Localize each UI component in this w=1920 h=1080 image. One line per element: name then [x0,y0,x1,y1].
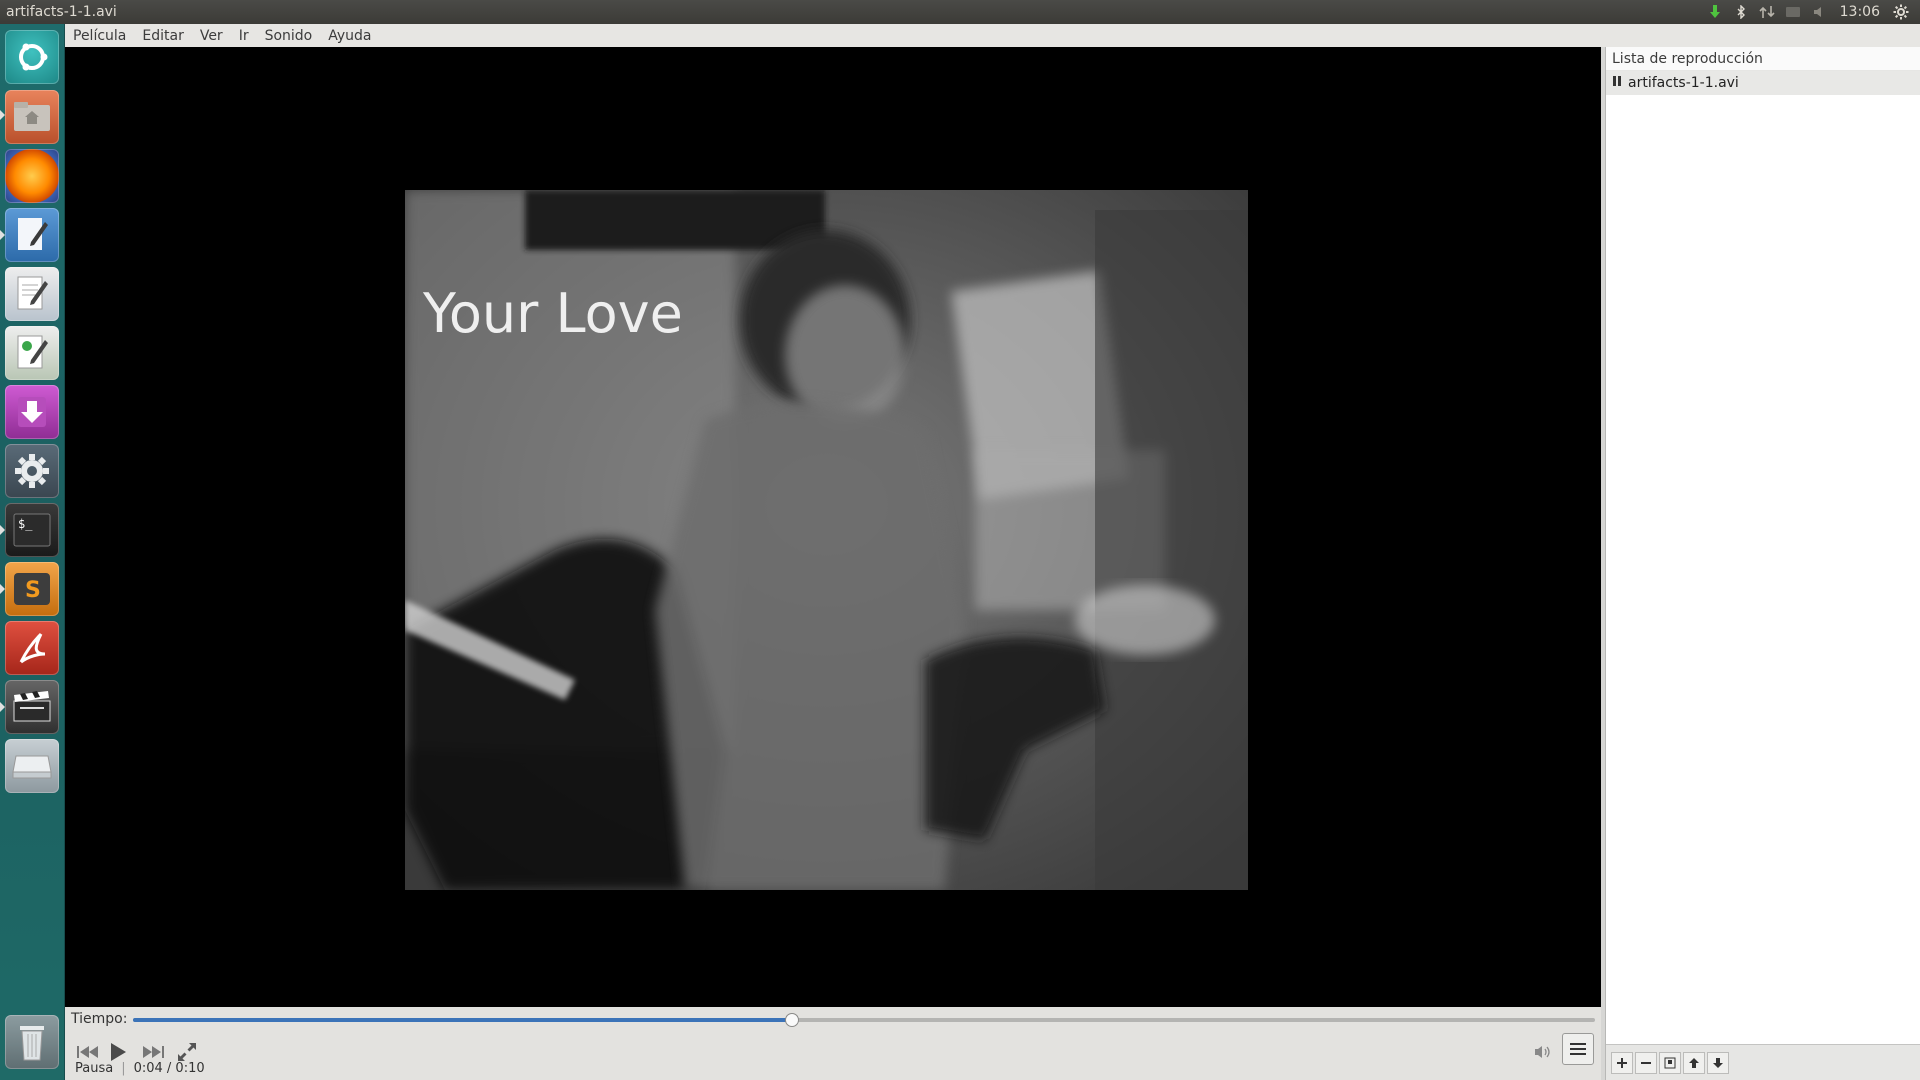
playlist-header: Lista de reproducción [1606,47,1920,71]
video-frame[interactable]: Your Love [405,190,1248,890]
move-down-icon[interactable] [1707,1051,1729,1074]
settings-gear-icon[interactable] [1888,0,1914,24]
volume-button-icon[interactable] [1528,1037,1558,1067]
playback-controls: Tiempo: Pausa | 0:04 / 0:10 [65,1007,1601,1080]
network-icon[interactable] [1754,0,1780,24]
menu-ayuda[interactable]: Ayuda [320,28,379,44]
seek-handle[interactable] [784,1013,799,1027]
impress-icon[interactable] [5,326,59,380]
playlist-item[interactable]: artifacts-1-1.avi [1606,71,1920,95]
writer-icon[interactable] [5,208,59,262]
menu-editar[interactable]: Editar [134,28,191,44]
seek-bar[interactable] [133,1013,1595,1027]
totem-window: Película Editar Ver Ir Sonido Ayuda Your… [65,24,1920,1080]
keyboard-icon[interactable] [1780,0,1806,24]
video-area[interactable]: Your Love [65,47,1601,1007]
status-separator: | [121,1061,126,1076]
download-icon[interactable] [1702,0,1728,24]
playlist-toolbar [1606,1044,1920,1080]
dash-icon[interactable] [5,30,59,84]
playlist-sidebar: Lista de reproducción artifacts-1-1.avi [1605,47,1920,1080]
time-readout: 0:04 / 0:10 [133,1061,205,1076]
time-label: Tiempo: [71,1011,128,1027]
pause-state-icon [1612,75,1622,91]
menu-ir[interactable]: Ir [231,28,257,44]
firefox-icon[interactable] [5,149,59,203]
svg-text:S: S [25,578,41,603]
window-title: artifacts-1-1.avi [6,4,117,20]
software-center-icon[interactable] [5,385,59,439]
menubar: Película Editar Ver Ir Sonido Ayuda [65,24,1920,47]
add-icon[interactable] [1611,1051,1633,1074]
menu-sonido[interactable]: Sonido [257,28,321,44]
top-panel: artifacts-1-1.avi 13:06 [0,0,1920,24]
removable-drive-icon[interactable] [5,739,59,793]
status-bar: Pausa | 0:04 / 0:10 [75,1061,205,1076]
sidebar-toggle-icon[interactable] [1562,1033,1594,1065]
move-up-icon[interactable] [1683,1051,1705,1074]
svg-text:$_: $_ [18,517,33,531]
save-icon[interactable] [1659,1051,1681,1074]
trash-icon[interactable] [5,1015,59,1069]
video-caption: Your Love [422,282,683,345]
clock[interactable]: 13:06 [1832,0,1888,24]
playback-status: Pausa [75,1061,114,1076]
indicator-area: 13:06 [1702,0,1920,24]
seek-fill [133,1018,792,1022]
terminal-icon[interactable]: $_ [5,503,59,557]
playlist-item-label: artifacts-1-1.avi [1628,75,1739,91]
video-still: Your Love [405,190,1248,890]
menu-pelicula[interactable]: Película [65,28,134,44]
videos-player-icon[interactable] [5,680,59,734]
launcher: $_ S [0,24,65,1080]
volume-icon[interactable] [1806,0,1832,24]
pdf-reader-icon[interactable] [5,621,59,675]
text-editor-icon[interactable] [5,267,59,321]
bluetooth-icon[interactable] [1728,0,1754,24]
remove-icon[interactable] [1635,1051,1657,1074]
home-folder-icon[interactable] [5,90,59,144]
menu-ver[interactable]: Ver [192,28,231,44]
sublime-text-icon[interactable]: S [5,562,59,616]
system-settings-icon[interactable] [5,444,59,498]
